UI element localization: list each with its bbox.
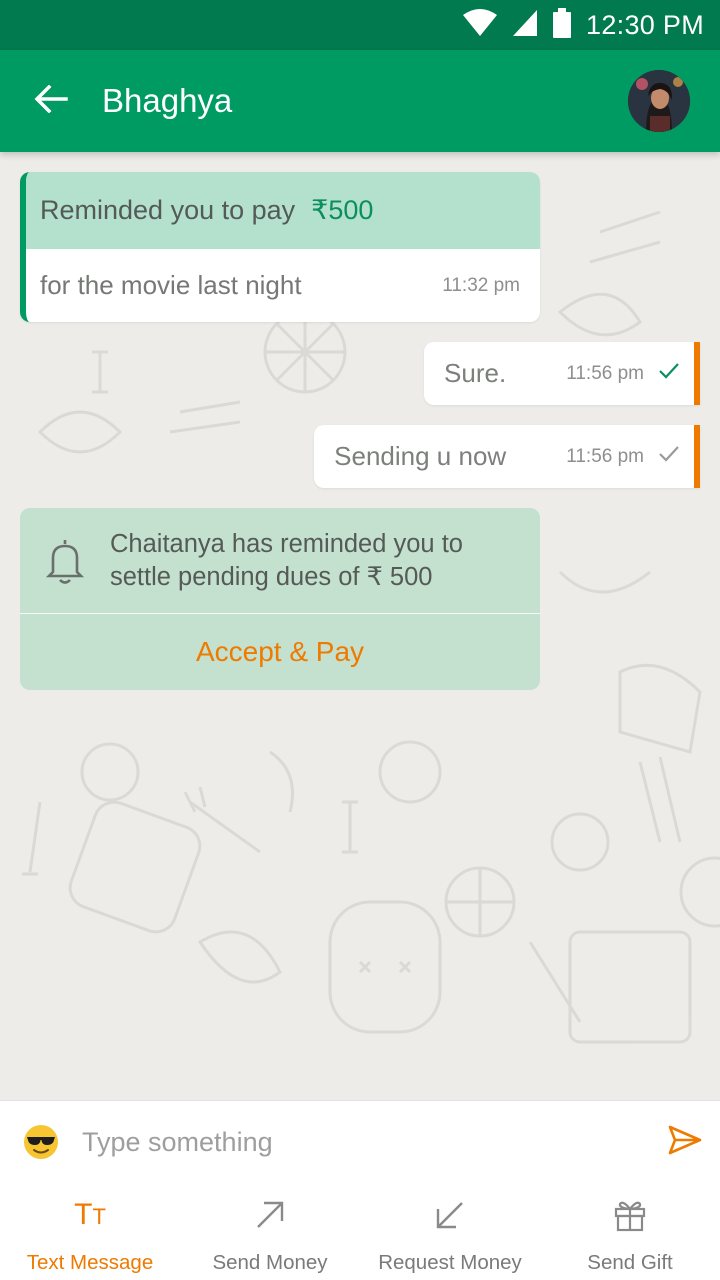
tab-request-money[interactable]: Request Money — [360, 1183, 540, 1280]
check-icon — [658, 445, 680, 468]
tab-send-money[interactable]: Send Money — [180, 1183, 360, 1280]
reminder-content: Chaitanya has reminded you to settle pen… — [20, 508, 540, 614]
payment-request-body: for the movie last night 11:32 pm — [26, 249, 540, 322]
payment-request-header: Reminded you to pay ₹500 — [26, 172, 540, 249]
accept-pay-button[interactable]: Accept & Pay — [20, 614, 540, 689]
status-bar: 12:30 PM — [0, 0, 720, 50]
message-text: Sure. — [444, 358, 507, 388]
bell-icon — [20, 536, 110, 586]
message-timestamp: 11:56 pm — [566, 445, 644, 467]
reminder-line-2: settle pending dues of ₹ 500 — [110, 562, 433, 591]
tab-label: Send Gift — [587, 1251, 673, 1274]
app-bar: Bhaghya — [0, 50, 720, 152]
payment-request-title: Reminded you to pay — [40, 195, 296, 225]
message-input-row — [0, 1101, 720, 1183]
outgoing-message-bubble[interactable]: Sending u now 11:56 pm — [314, 425, 700, 488]
status-time: 12:30 PM — [586, 9, 704, 40]
reminder-line-1: Chaitanya has reminded you to — [110, 529, 463, 558]
tab-label: Text Message — [26, 1251, 154, 1274]
arrow-down-left-icon — [434, 1195, 466, 1235]
payment-note: for the movie last night — [40, 270, 302, 300]
message-timestamp: 11:32 pm — [442, 274, 520, 296]
incoming-payment-bubble[interactable]: Reminded you to pay ₹500 for the movie l… — [20, 172, 540, 322]
send-button[interactable] — [650, 1125, 720, 1160]
back-button[interactable] — [0, 50, 102, 152]
send-icon — [668, 1125, 702, 1160]
battery-icon — [552, 7, 572, 43]
wifi-icon — [462, 8, 498, 42]
avatar[interactable] — [628, 70, 690, 132]
signal-icon — [512, 9, 538, 42]
gift-icon — [613, 1195, 647, 1235]
contact-name[interactable]: Bhaghya — [102, 82, 628, 120]
tab-label: Request Money — [378, 1251, 522, 1274]
text-format-icon: TT — [74, 1198, 106, 1231]
tab-label: Send Money — [212, 1251, 328, 1274]
arrow-left-icon — [34, 84, 68, 118]
sunglasses-emoji-icon[interactable] — [0, 1124, 82, 1160]
outgoing-message-bubble[interactable]: Sure. 11:56 pm — [424, 342, 700, 405]
message-input[interactable] — [82, 1112, 650, 1172]
chat-area[interactable]: Reminded you to pay ₹500 for the movie l… — [0, 152, 720, 1100]
reminder-text: Chaitanya has reminded you to settle pen… — [110, 528, 463, 594]
arrow-up-right-icon — [254, 1195, 286, 1235]
payment-amount: ₹500 — [311, 195, 374, 225]
message-text: Sending u now — [334, 441, 507, 471]
check-icon — [658, 362, 680, 385]
composer: TT Text Message Send Money Request Money — [0, 1100, 720, 1280]
message-timestamp: 11:56 pm — [566, 362, 644, 384]
tab-text-message[interactable]: TT Text Message — [0, 1183, 180, 1280]
tab-send-gift[interactable]: Send Gift — [540, 1183, 720, 1280]
action-tabs: TT Text Message Send Money Request Money — [0, 1183, 720, 1280]
payment-reminder-card: Chaitanya has reminded you to settle pen… — [20, 508, 540, 690]
